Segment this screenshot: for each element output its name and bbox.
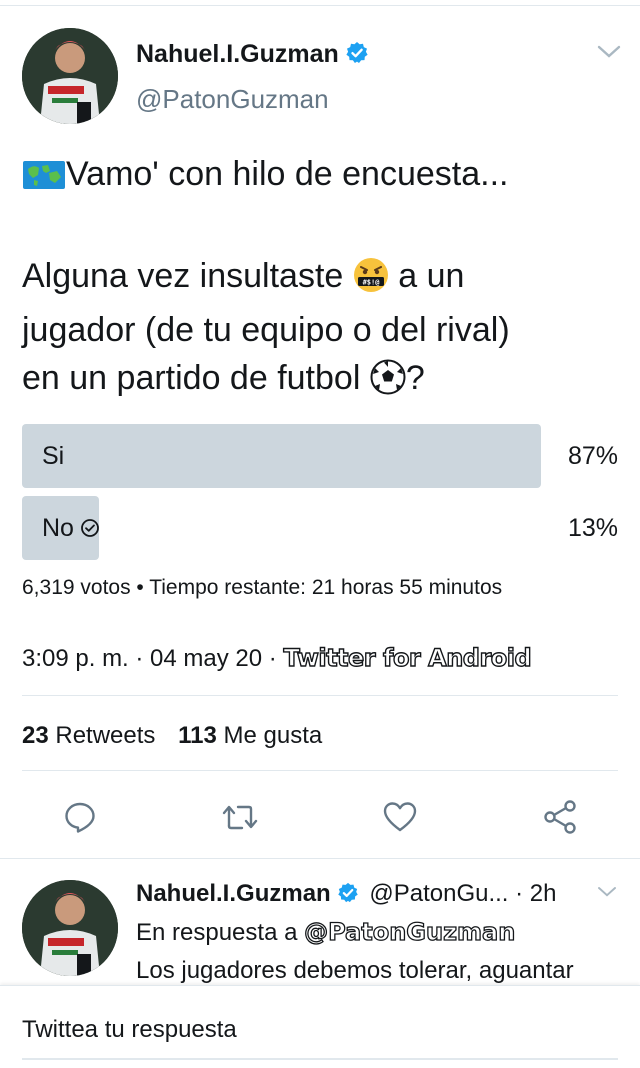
svg-text:#$!@: #$!@ (362, 279, 379, 287)
in-reply-prefix: En respuesta a (136, 919, 305, 946)
poll-option-label-row: No (42, 514, 100, 545)
retweets-stat[interactable]: 23 Retweets (22, 722, 155, 749)
tweet-timestamp: 3:09 p. m. · 04 may 20 · Twitter for And… (22, 643, 533, 673)
likes-count: 113 (178, 722, 217, 749)
reply-header: Nahuel.I.Guzman @PatonGu... · 2h (136, 880, 626, 911)
verified-badge-icon (337, 882, 359, 911)
poll-option-no: No 13% (22, 496, 618, 560)
divider (22, 770, 618, 771)
author-handle[interactable]: @PatonGuzman (136, 84, 329, 115)
reply-handle-time: @PatonGu... · 2h (369, 880, 557, 907)
compose-bar: Twittea tu respuesta (0, 985, 640, 1068)
like-icon[interactable] (380, 795, 420, 839)
poll-option-label: No (42, 514, 74, 542)
reply-author-name[interactable]: Nahuel.I.Guzman (136, 880, 331, 907)
reply-author-avatar[interactable] (22, 880, 118, 976)
divider (22, 695, 618, 696)
poll-option-percent: 13% (567, 514, 618, 542)
retweets-count: 23 (22, 722, 49, 749)
cursing-face-emoji: #$!@ (353, 257, 389, 306)
tweet-text: Vamo' con hilo de encuesta... Alguna vez… (22, 150, 622, 408)
chevron-down-icon[interactable] (596, 42, 622, 67)
chevron-down-icon[interactable] (596, 884, 618, 905)
verified-badge-icon (345, 41, 369, 72)
tweet-question-line-1: Alguna vez insultaste #$!@ a un (22, 252, 622, 306)
poll-bar-si (22, 424, 541, 488)
compose-underline (22, 1058, 618, 1060)
reply-text: Los jugadores debemos tolerar, aguantar (136, 957, 574, 984)
author-name-row[interactable]: Nahuel.I.Guzman (136, 40, 369, 72)
likes-stat[interactable]: 113 Me gusta (178, 722, 322, 749)
soccer-ball-emoji (370, 359, 406, 408)
reply-in-response: En respuesta a @PatonGuzman (136, 917, 626, 947)
poll-option-percent: 87% (567, 442, 618, 470)
tweet-question-line-2: jugador (de tu equipo o del rival) (22, 311, 510, 349)
retweet-icon[interactable] (220, 795, 260, 839)
check-circle-icon (80, 516, 100, 545)
poll-meta: 6,319 votos • Tiempo restante: 21 horas … (22, 576, 503, 599)
reply-icon[interactable] (60, 795, 100, 839)
retweets-label: Retweets (55, 722, 156, 749)
likes-label: Me gusta (223, 722, 323, 749)
timestamp-text: 3:09 p. m. · 04 may 20 · (22, 645, 284, 672)
tweet-line-1: Vamo' con hilo de encuesta... (22, 150, 622, 204)
divider (0, 858, 640, 859)
share-icon[interactable] (540, 795, 580, 839)
poll-option-label: Si (42, 442, 65, 470)
reply-mention-link[interactable]: @PatonGuzman (303, 917, 516, 946)
tweet-stats: 23 Retweets 113 Me gusta (22, 722, 322, 750)
source-link[interactable]: Twitter for Android (283, 643, 533, 672)
author-avatar[interactable] (22, 28, 118, 124)
poll-option-si: Si 87% (22, 424, 618, 488)
tweet-question-line-3: en un partido de futbol ? (22, 354, 622, 408)
author-name[interactable]: Nahuel.I.Guzman (136, 40, 339, 68)
map-emoji (22, 156, 66, 204)
action-bar (0, 795, 640, 843)
reply-compose-input[interactable]: Twittea tu respuesta (22, 1016, 237, 1044)
top-divider (0, 0, 640, 6)
